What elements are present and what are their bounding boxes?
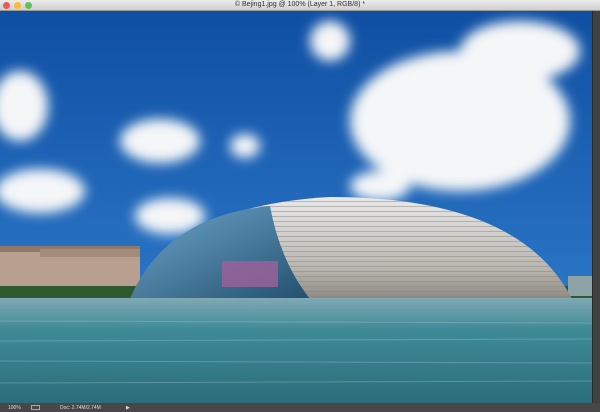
window-title: © Bejing1.jpg @ 100% (Layer 1, RGB/8) * bbox=[234, 1, 366, 8]
navigator-icon[interactable] bbox=[31, 405, 40, 410]
zoom-level[interactable]: 100% bbox=[8, 405, 21, 411]
status-menu-arrow[interactable]: ▶ bbox=[126, 405, 130, 411]
document-canvas[interactable] bbox=[0, 11, 592, 403]
document-size: Doc: 2.74M/2.74M bbox=[60, 404, 101, 411]
status-bar: 100% Doc: 2.74M/2.74M ▶ bbox=[0, 403, 600, 412]
photo-beijing-opera-house bbox=[0, 11, 592, 403]
vertical-scrollbar[interactable] bbox=[592, 11, 600, 403]
building-left bbox=[0, 246, 140, 291]
title-bar: © Bejing1.jpg @ 100% (Layer 1, RGB/8) * bbox=[0, 0, 600, 11]
